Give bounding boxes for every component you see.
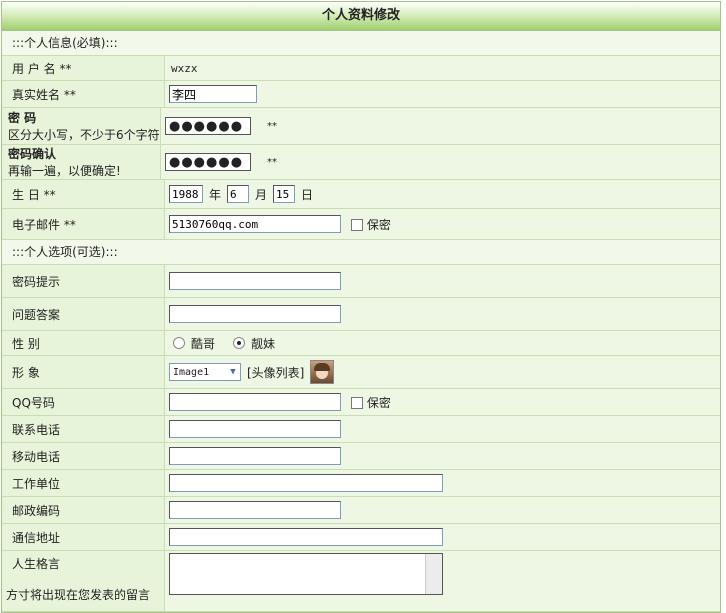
- password-confirm-label: 密码确认: [8, 147, 57, 161]
- row-password-confirm: 密码确认 再输一遍，以便确定! ●●●●●● **: [2, 145, 720, 180]
- zipcode-input[interactable]: [169, 501, 341, 519]
- phone-input[interactable]: [169, 420, 341, 438]
- avatar-select-value: Image1: [173, 366, 210, 378]
- row-mobile: 移动电话: [2, 443, 720, 470]
- qq-private-label: 保密: [366, 395, 391, 410]
- scrollbar[interactable]: [425, 554, 442, 594]
- phone-label: 联系电话: [2, 416, 165, 442]
- row-pw-hint: 密码提示: [2, 265, 720, 298]
- username-label: 用 户 名 **: [2, 56, 165, 80]
- avatar-list-link[interactable]: [头像列表]: [247, 364, 304, 381]
- motto-hint: 方寸将出现在您发表的留言: [6, 588, 151, 602]
- pw-hint-label: 密码提示: [2, 265, 165, 297]
- mobile-input[interactable]: [169, 447, 341, 465]
- workplace-input[interactable]: [169, 474, 443, 492]
- password-confirm-hint: 再输一遍，以便确定!: [8, 164, 121, 178]
- year-unit: 年: [209, 187, 222, 202]
- row-username: 用 户 名 ** wxzx: [2, 56, 720, 81]
- birthday-day-input[interactable]: [273, 185, 296, 203]
- password-required-mark: **: [267, 120, 277, 132]
- address-input[interactable]: [169, 528, 443, 546]
- password-confirm-required-mark: **: [267, 156, 277, 168]
- row-birthday: 生 日 ** 年 月 日: [2, 180, 720, 209]
- password-confirm-input[interactable]: ●●●●●●: [165, 153, 251, 171]
- row-gender: 性 别 酷哥 靓妹: [2, 331, 720, 356]
- address-label: 通信地址: [2, 524, 165, 550]
- password-input[interactable]: ●●●●●●: [165, 117, 251, 135]
- qq-private-checkbox[interactable]: [351, 397, 363, 409]
- realname-input[interactable]: [169, 85, 257, 103]
- row-password: 密 码 区分大小写，不少于6个字符 ●●●●●● **: [2, 108, 720, 145]
- password-hint: 区分大小写，不少于6个字符: [8, 128, 160, 142]
- gender-option2-radio[interactable]: [233, 337, 246, 349]
- avatar-select[interactable]: Image1 ▼: [169, 363, 241, 381]
- section-required: :::个人信息(必填):::: [2, 31, 720, 56]
- row-phone: 联系电话: [2, 416, 720, 443]
- answer-label: 问题答案: [2, 298, 165, 330]
- row-email: 电子邮件 ** 保密: [2, 209, 720, 240]
- row-workplace: 工作单位: [2, 470, 720, 497]
- answer-input[interactable]: [169, 305, 341, 323]
- username-value: wxzx: [171, 61, 198, 75]
- mobile-label: 移动电话: [2, 443, 165, 469]
- email-private-label: 保密: [366, 217, 391, 232]
- password-label: 密 码: [8, 111, 37, 125]
- email-private-checkbox[interactable]: [351, 219, 363, 231]
- month-unit: 月: [255, 187, 268, 202]
- birthday-month-input[interactable]: [227, 185, 250, 203]
- gender-option2-label: 靓妹: [251, 336, 276, 351]
- qq-label: QQ号码: [2, 389, 165, 415]
- birthday-year-input[interactable]: [169, 185, 203, 203]
- day-unit: 日: [301, 187, 314, 202]
- row-zipcode: 邮政编码: [2, 497, 720, 524]
- row-qq: QQ号码 保密: [2, 389, 720, 416]
- gender-option1-label: 酷哥: [191, 336, 216, 351]
- row-realname: 真实姓名 **: [2, 81, 720, 108]
- pw-hint-input[interactable]: [169, 272, 341, 290]
- realname-label: 真实姓名 **: [2, 81, 165, 107]
- email-label: 电子邮件 **: [2, 209, 165, 239]
- zipcode-label: 邮政编码: [2, 497, 165, 523]
- birthday-label: 生 日 **: [2, 180, 165, 208]
- profile-form: 个人资料修改 :::个人信息(必填)::: 用 户 名 ** wxzx 真实姓名…: [1, 1, 721, 613]
- chevron-down-icon: ▼: [230, 367, 236, 377]
- qq-input[interactable]: [169, 393, 341, 411]
- section-optional: :::个人选项(可选):::: [2, 240, 720, 265]
- avatar-label: 形 象: [2, 356, 165, 388]
- gender-label: 性 别: [2, 331, 165, 355]
- row-answer: 问题答案: [2, 298, 720, 331]
- workplace-label: 工作单位: [2, 470, 165, 496]
- gender-option1-radio[interactable]: [173, 337, 185, 349]
- email-input[interactable]: [169, 215, 341, 233]
- avatar-image-icon: [310, 360, 335, 384]
- row-address: 通信地址: [2, 524, 720, 551]
- motto-textarea[interactable]: [169, 553, 443, 595]
- motto-label: 人生格言: [12, 557, 61, 571]
- form-title: 个人资料修改: [2, 2, 720, 31]
- row-avatar: 形 象 Image1 ▼ [头像列表]: [2, 356, 720, 389]
